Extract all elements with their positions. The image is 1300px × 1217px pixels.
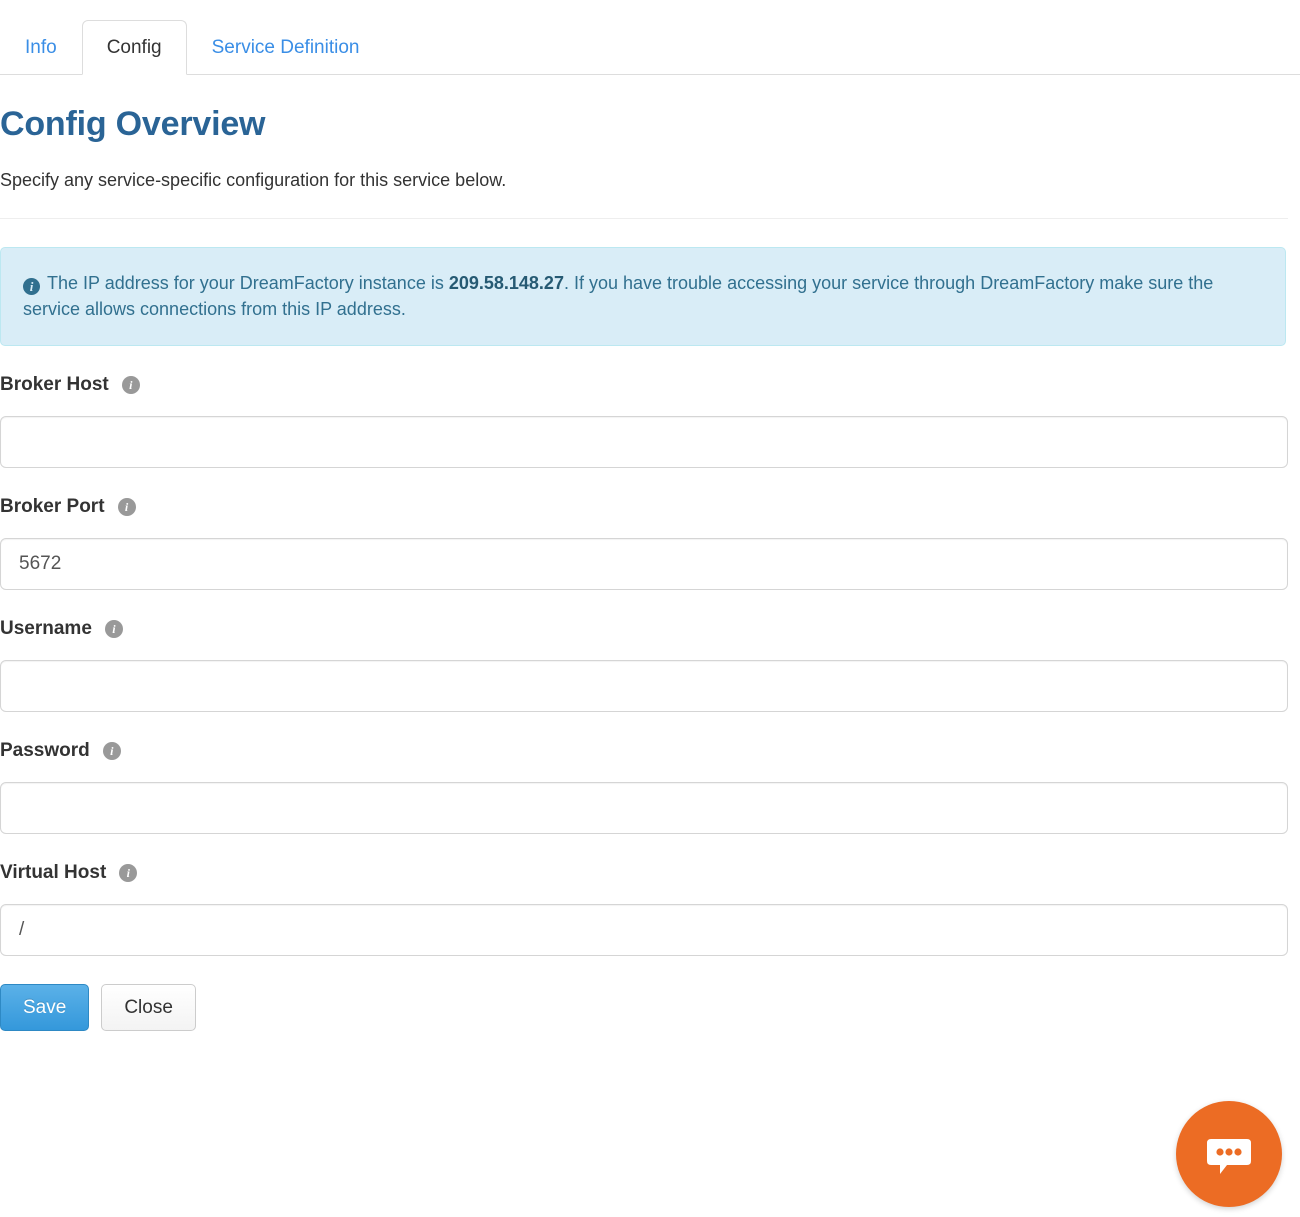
label-text: Broker Host: [0, 374, 109, 396]
field-group-broker-host: Broker Host i: [0, 374, 1300, 469]
chat-bubble-icon: [1207, 1139, 1251, 1174]
info-icon[interactable]: i: [119, 864, 138, 883]
field-group-virtual-host: Virtual Host i: [0, 862, 1300, 957]
label-broker-host: Broker Host i: [0, 374, 1300, 396]
username-input[interactable]: [0, 660, 1288, 713]
info-icon[interactable]: i: [117, 498, 136, 517]
close-button[interactable]: Close: [101, 984, 196, 1032]
tab-service-definition[interactable]: Service Definition: [187, 20, 385, 75]
field-group-password: Password i: [0, 740, 1300, 835]
label-text: Password: [0, 740, 90, 762]
label-username: Username i: [0, 618, 1300, 640]
label-virtual-host: Virtual Host i: [0, 862, 1300, 884]
chat-launcher-button[interactable]: [1176, 1101, 1282, 1207]
save-button[interactable]: Save: [0, 984, 90, 1032]
alert-text-before: The IP address for your DreamFactory ins…: [47, 273, 444, 293]
tab-config[interactable]: Config: [81, 20, 187, 75]
label-text: Broker Port: [0, 496, 105, 518]
label-text: Virtual Host: [0, 862, 107, 884]
tab-info[interactable]: Info: [0, 20, 82, 75]
info-icon[interactable]: i: [104, 620, 123, 639]
info-icon[interactable]: i: [121, 376, 140, 395]
label-broker-port: Broker Port i: [0, 496, 1300, 518]
form-actions: Save Close: [0, 984, 1300, 1032]
field-group-broker-port: Broker Port i: [0, 496, 1300, 591]
broker-host-input[interactable]: [0, 416, 1288, 469]
password-input[interactable]: [0, 782, 1288, 835]
config-panel: Config Overview Specify any service-spec…: [0, 105, 1300, 1032]
info-circle-icon: i: [23, 278, 40, 295]
field-group-username: Username i: [0, 618, 1300, 713]
tab-bar: Info Config Service Definition: [0, 0, 1300, 75]
virtual-host-input[interactable]: [0, 904, 1288, 957]
alert-ip-address: 209.58.148.27: [448, 273, 564, 293]
info-icon[interactable]: i: [102, 742, 121, 761]
label-text: Username: [0, 618, 92, 640]
page-title: Config Overview: [0, 105, 266, 143]
ip-address-alert: i The IP address for your DreamFactory in…: [0, 247, 1286, 347]
section-divider: [0, 218, 1288, 219]
page-description: Specify any service-specific configurati…: [0, 170, 507, 190]
label-password: Password i: [0, 740, 1300, 762]
broker-port-input[interactable]: [0, 538, 1288, 591]
